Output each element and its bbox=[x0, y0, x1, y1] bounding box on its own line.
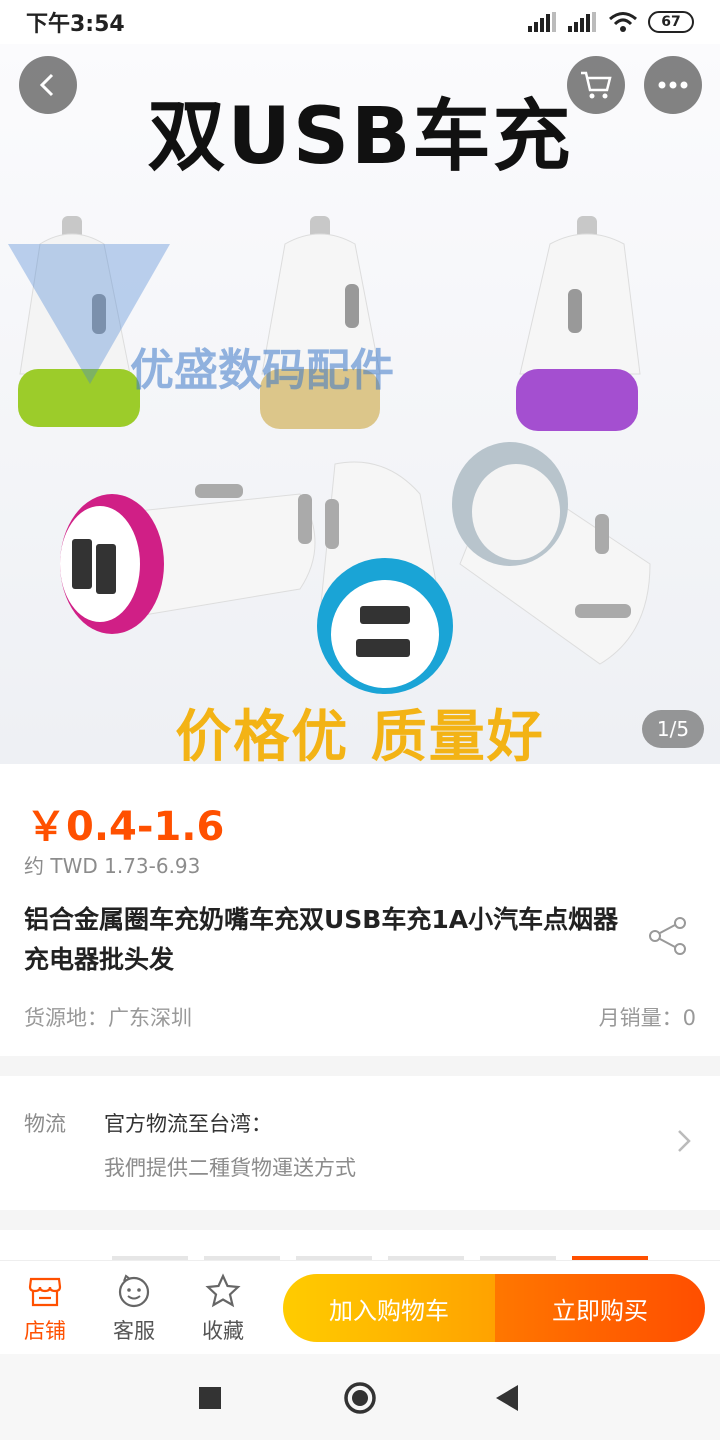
status-bar: 下午3:54 67 bbox=[0, 0, 720, 44]
next-section-partial bbox=[0, 1230, 720, 1260]
image-tagline: 价格优 质量好 bbox=[175, 705, 545, 764]
monthly-sales: 月销量：0 bbox=[598, 1006, 696, 1030]
product-price-local: 约 TWD 1.73-6.93 bbox=[24, 854, 201, 878]
share-icon[interactable] bbox=[646, 914, 690, 958]
logistics-label: 物流 bbox=[24, 1112, 66, 1136]
star-icon bbox=[205, 1273, 241, 1308]
logistics-row[interactable]: 物流 官方物流至台湾： 我們提供二種貨物運送方式 bbox=[0, 1076, 720, 1210]
recent-apps-button[interactable] bbox=[190, 1378, 230, 1418]
cart-icon bbox=[581, 71, 612, 99]
chevron-right-icon bbox=[678, 1130, 691, 1152]
wifi-icon bbox=[609, 12, 637, 32]
image-counter: 1/5 bbox=[642, 710, 704, 748]
add-to-cart-button[interactable]: 加入购物车 bbox=[283, 1274, 495, 1342]
battery-indicator: 67 bbox=[648, 11, 694, 33]
product-price: ￥0.4-1.6 bbox=[26, 804, 225, 850]
favorite-label: 收藏 bbox=[202, 1319, 244, 1343]
cart-button[interactable] bbox=[567, 56, 625, 114]
status-time: 下午3:54 bbox=[26, 12, 125, 37]
product-photo-chargers bbox=[8, 216, 651, 694]
logistics-sub-text: 我們提供二種貨物運送方式 bbox=[104, 1156, 356, 1180]
customer-service-button[interactable]: 客服 bbox=[99, 1273, 169, 1345]
service-label: 客服 bbox=[113, 1319, 155, 1343]
buy-now-button[interactable]: 立即购买 bbox=[495, 1274, 705, 1342]
more-icon bbox=[658, 81, 688, 89]
system-back-button[interactable] bbox=[488, 1378, 528, 1418]
image-watermark: 优盛数码配件 bbox=[130, 345, 394, 396]
store-label: 店铺 bbox=[24, 1319, 66, 1343]
signal-icon-2 bbox=[568, 12, 596, 32]
favorite-button[interactable]: 收藏 bbox=[188, 1273, 258, 1345]
logistics-main-text: 官方物流至台湾： bbox=[104, 1112, 272, 1136]
store-button[interactable]: 店铺 bbox=[10, 1273, 80, 1345]
more-button[interactable] bbox=[644, 56, 702, 114]
bottom-action-bar: 店铺 客服 收藏 加入购物车 立即购买 bbox=[0, 1260, 720, 1354]
home-button[interactable] bbox=[340, 1378, 380, 1418]
store-icon bbox=[28, 1277, 62, 1307]
home-circle-icon bbox=[344, 1382, 376, 1414]
back-button[interactable] bbox=[19, 56, 77, 114]
service-icon bbox=[118, 1274, 150, 1308]
signal-icon bbox=[528, 12, 556, 32]
status-icons: 67 bbox=[528, 11, 694, 33]
product-title: 铝合金属圈车充奶嘴车充双USB车充1A小汽车点烟器充电器批头发 bbox=[24, 905, 619, 974]
product-origin: 货源地：广东深圳 bbox=[24, 1006, 192, 1030]
system-navigation-bar bbox=[0, 1354, 720, 1440]
triangle-back-icon bbox=[496, 1385, 518, 1411]
product-image-gallery[interactable]: 双USB车充 优盛数码配件 价格优 质量好 1/5 bbox=[0, 44, 720, 764]
back-icon bbox=[39, 73, 54, 97]
product-info-card: ￥0.4-1.6 约 TWD 1.73-6.93 铝合金属圈车充奶嘴车充双USB… bbox=[0, 764, 720, 1056]
square-icon bbox=[199, 1387, 221, 1409]
product-detail-page: 下午3:54 67 双USB车充 优盛数码配件 价格优 质量好 1/5 ￥0.4… bbox=[0, 0, 720, 1440]
